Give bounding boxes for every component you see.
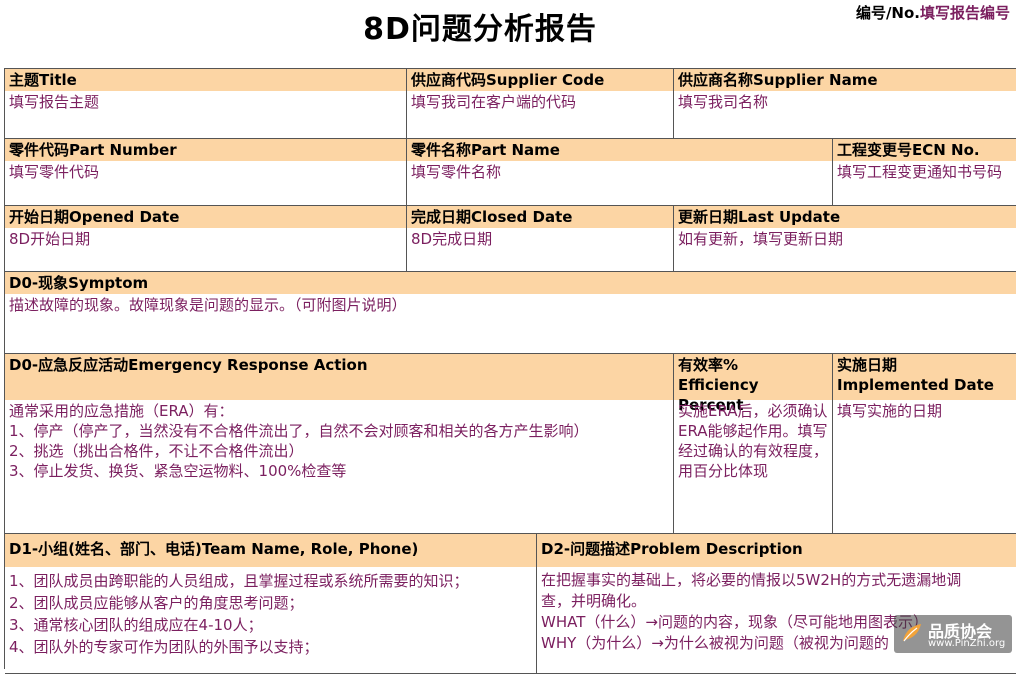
opened-date-cell[interactable]: 开始日期Opened Date 8D开始日期	[5, 206, 407, 272]
implemented-date-cell[interactable]: 实施日期 Implemented Date 填写实施的日期	[833, 354, 1016, 534]
closed-date-value[interactable]: 8D完成日期	[407, 228, 673, 250]
problem-description-header: D2-问题描述Problem Description	[537, 534, 1016, 567]
team-header: D1-小组(姓名、部门、电话)Team Name, Role, Phone)	[5, 534, 536, 567]
part-name-cell[interactable]: 零件名称Part Name 填写零件名称	[407, 139, 833, 206]
symptom-header: D0-现象Symptom	[5, 272, 1016, 294]
supplier-code-cell[interactable]: 供应商代码Supplier Code 填写我司在客户端的代码	[407, 69, 674, 139]
opened-date-header: 开始日期Opened Date	[5, 206, 406, 228]
team-value[interactable]: 1、团队成员由跨职能的人员组成，且掌握过程或系统所需要的知识； 2、团队成员应能…	[5, 567, 536, 659]
topic-header: 主题Title	[5, 69, 406, 91]
report-title: 8D问题分析报告	[363, 12, 597, 47]
implemented-date-header: 实施日期 Implemented Date	[833, 354, 1016, 400]
implemented-header-en: Implemented Date	[837, 376, 994, 394]
implemented-header-cn: 实施日期	[837, 356, 898, 374]
opened-date-value[interactable]: 8D开始日期	[5, 228, 406, 250]
report-table: 主题Title 填写报告主题 供应商代码Supplier Code 填写我司在客…	[4, 68, 1016, 674]
report-number-value[interactable]: 填写报告编号	[920, 4, 1010, 22]
site-watermark: 品质协会 www.PinZhi.org	[894, 615, 1012, 653]
supplier-name-value[interactable]: 填写我司名称	[674, 91, 1016, 113]
era-value[interactable]: 通常采用的应急措施（ERA）有： 1、停产（停产了，当然没有不合格件流出了，自然…	[5, 400, 673, 482]
watermark-url: www.PinZhi.org	[928, 638, 1006, 649]
efficiency-value[interactable]: 实施ERA后，必须确认ERA能够起作用。填写经过确认的有效程度，用百分比体现	[674, 400, 832, 482]
symptom-value[interactable]: 描述故障的现象。故障现象是问题的显示。（可附图片说明）	[5, 294, 1016, 316]
problem-line: 在把握事实的基础上，将必要的情报以5W2H的方式无遗漏地调	[541, 571, 962, 589]
era-header: D0-应急反应活动Emergency Response Action	[5, 354, 673, 400]
supplier-name-cell[interactable]: 供应商名称Supplier Name 填写我司名称	[674, 69, 1016, 139]
leaf-logo-icon	[903, 624, 921, 642]
ecn-cell[interactable]: 工程变更号ECN No. 填写工程变更通知书号码	[833, 139, 1016, 206]
team-cell[interactable]: D1-小组(姓名、部门、电话)Team Name, Role, Phone) 1…	[5, 534, 537, 674]
last-update-value[interactable]: 如有更新，填写更新日期	[674, 228, 1016, 250]
problem-description-cell[interactable]: D2-问题描述Problem Description 在把握事实的基础上，将必要…	[537, 534, 1016, 674]
part-name-value[interactable]: 填写零件名称	[407, 161, 832, 183]
era-line: 3、停止发货、换货、紧急空运物料、100%检查等	[9, 462, 347, 480]
last-update-cell[interactable]: 更新日期Last Update 如有更新，填写更新日期	[674, 206, 1016, 272]
closed-date-cell[interactable]: 完成日期Closed Date 8D完成日期	[407, 206, 674, 272]
ecn-value[interactable]: 填写工程变更通知书号码	[833, 161, 1016, 183]
team-line: 3、通常核心团队的组成应在4-10人；	[9, 616, 263, 634]
supplier-name-header: 供应商名称Supplier Name	[674, 69, 1016, 91]
report-number: 编号/No.填写报告编号	[856, 2, 1010, 23]
report-number-label: 编号/No.	[855, 4, 920, 22]
efficiency-header-cn: 有效率%	[678, 356, 739, 374]
era-cell[interactable]: D0-应急反应活动Emergency Response Action 通常采用的…	[5, 354, 674, 534]
problem-line: 查，并明确化。	[541, 592, 647, 610]
symptom-cell[interactable]: D0-现象Symptom 描述故障的现象。故障现象是问题的显示。（可附图片说明）	[5, 272, 1016, 354]
implemented-date-value[interactable]: 填写实施的日期	[833, 400, 1016, 422]
efficiency-cell[interactable]: 有效率% Efficiency Percent 实施ERA后，必须确认ERA能够…	[674, 354, 833, 534]
era-line: 2、挑选（挑出合格件，不让不合格件流出）	[9, 442, 304, 460]
era-line: 1、停产（停产了，当然没有不合格件流出了，自然不会对顾客和相关的各方产生影响）	[9, 422, 589, 440]
era-line: 通常采用的应急措施（ERA）有：	[9, 402, 234, 420]
supplier-code-header: 供应商代码Supplier Code	[407, 69, 673, 91]
team-line: 1、团队成员由跨职能的人员组成，且掌握过程或系统所需要的知识；	[9, 572, 469, 590]
topic-value[interactable]: 填写报告主题	[5, 91, 406, 113]
last-update-header: 更新日期Last Update	[674, 206, 1016, 228]
team-line: 2、团队成员应能够从客户的角度思考问题；	[9, 594, 304, 612]
closed-date-header: 完成日期Closed Date	[407, 206, 673, 228]
part-number-value[interactable]: 填写零件代码	[5, 161, 406, 183]
efficiency-header: 有效率% Efficiency Percent	[674, 354, 832, 414]
part-name-header: 零件名称Part Name	[407, 139, 832, 161]
ecn-header: 工程变更号ECN No.	[833, 139, 1016, 161]
supplier-code-value[interactable]: 填写我司在客户端的代码	[407, 91, 673, 113]
part-number-header: 零件代码Part Number	[5, 139, 406, 161]
part-number-cell[interactable]: 零件代码Part Number 填写零件代码	[5, 139, 407, 206]
topic-cell[interactable]: 主题Title 填写报告主题	[5, 69, 407, 139]
